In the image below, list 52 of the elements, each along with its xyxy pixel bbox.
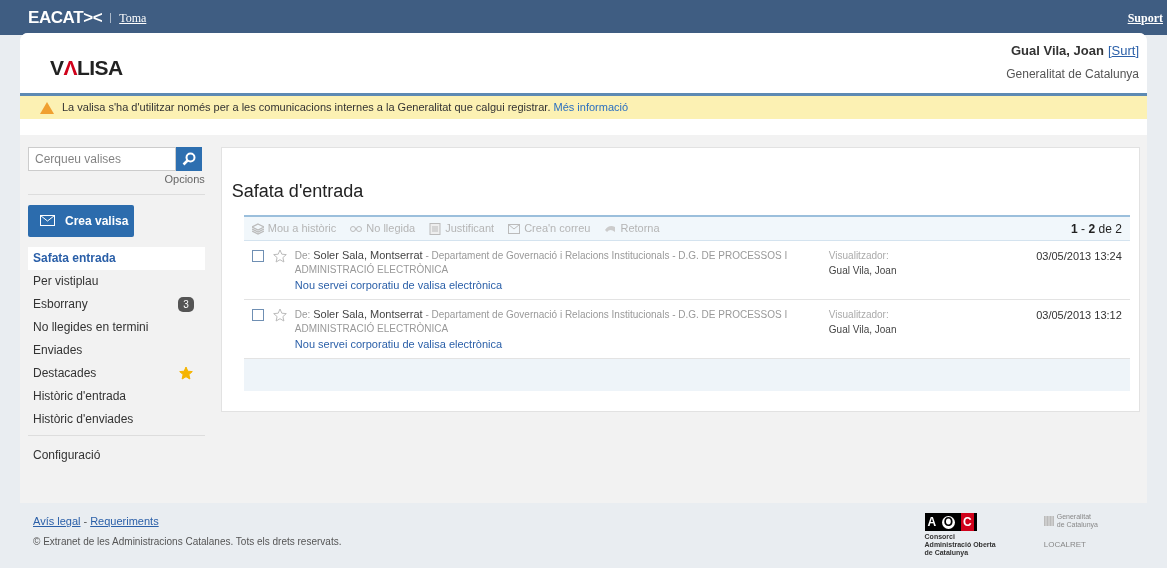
sidebar-item[interactable]: Històric d'entrada (28, 384, 205, 408)
brand-logo: EACAT>< (28, 6, 103, 29)
count-badge: 3 (178, 296, 194, 312)
more-info-link[interactable]: Més informació (553, 101, 629, 114)
support-link[interactable]: Suport (1127, 8, 1163, 27)
subject-link[interactable]: Nou servei corporatiu de valisa electrònica (294, 277, 800, 293)
flag-icon (1043, 516, 1054, 526)
legal-link[interactable]: Avís legal (33, 513, 81, 530)
top-link[interactable]: Toma (119, 8, 147, 27)
star-icon (178, 366, 193, 380)
sidebar-item[interactable]: Històric d'enviades (28, 407, 205, 431)
pagination-text: 1 - 2 de 2 (1071, 220, 1122, 238)
notice-text: La valisa s'ha d'utilitzar només per a les comunicacions internes a la Generalitat que calgui registrar. Més informació (62, 100, 629, 116)
valisa-logo: VΛLISA (50, 55, 123, 81)
envelope-icon (508, 222, 521, 235)
message-date: 03/05/2013 13:24 (1036, 249, 1122, 264)
sidebar-item[interactable]: Enviades (28, 338, 205, 362)
viewer-label: Visualitzador: (828, 308, 890, 322)
stack-icon (251, 222, 264, 235)
requirements-link[interactable]: Requeriments (90, 513, 159, 530)
viewer-name: Gual Vila, Joan (828, 323, 898, 337)
checkbox[interactable] (251, 309, 264, 321)
viewer-name: Gual Vila, Joan (828, 264, 898, 278)
create-button[interactable]: Crea valisa (28, 204, 134, 237)
bracket-mark: ] (1135, 43, 1139, 58)
message-date: 03/05/2013 13:12 (1036, 308, 1122, 323)
link-separator: - (83, 514, 88, 529)
sidebar-item[interactable]: Destacades (28, 361, 205, 385)
organization-name: Generalitat de Catalunya (1006, 65, 1139, 83)
envelope-icon (40, 215, 55, 226)
sender-line: De: Soler Sala, Montserrat - Departament de Governació i Relacions Institucionals - D.G. DE PROCESSOS I ADMINISTRACIÓ ELECTRÒNICA (294, 248, 789, 277)
localret-logo: LOCALRET (1043, 539, 1087, 551)
user-name: Gual Vila, Joan (1010, 43, 1104, 58)
sidebar-item[interactable]: Per vistiplau (28, 269, 205, 293)
sidebar-item[interactable]: Esborrany 3 (28, 292, 205, 316)
sidebar-item[interactable]: Safata entrada (28, 246, 205, 270)
page-title: Safata d'entrada (231, 180, 365, 203)
copyright-text: © Extranet de les Administracions Catalanes. Tots els drets reservats. (33, 534, 342, 549)
options-link[interactable]: Opcions (164, 171, 205, 188)
document-icon (429, 222, 442, 235)
search-icon (182, 152, 196, 166)
bracket-mark: [ (1107, 43, 1112, 58)
warning-icon (40, 101, 54, 114)
sidebar-item[interactable]: No llegides en termini (28, 315, 205, 339)
viewer-label: Visualitzador: (828, 249, 890, 263)
checkbox[interactable] (251, 250, 264, 262)
aoc-logo: A O C (924, 513, 977, 531)
subject-link[interactable]: Nou servei corporatiu de valisa electrònica (294, 336, 800, 352)
search-button[interactable] (176, 147, 202, 171)
sender-line: De: Soler Sala, Montserrat - Departament de Governació i Relacions Institucionals - D.G. DE PROCESSOS I ADMINISTRACIÓ ELECTRÒNICA (294, 307, 789, 336)
sidebar-item[interactable]: Configuració (28, 445, 205, 464)
search-field[interactable]: Cerqueu valises (28, 147, 176, 171)
